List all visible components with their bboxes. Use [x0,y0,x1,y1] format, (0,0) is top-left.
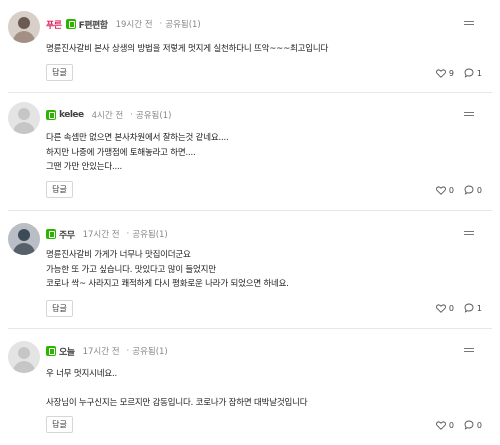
avatar[interactable] [8,11,40,43]
comment-meta: 푸른 F편편함 19시간 전 · 공유됨(1) [46,18,201,31]
comment-bubble-icon [464,185,474,195]
heart-icon [435,303,446,313]
heart-icon [435,185,446,195]
timestamp: 17시간 전 [82,347,120,357]
reply-count-button[interactable]: 1 [464,303,482,313]
avatar[interactable] [8,341,40,373]
share-count: 공유됨(1) [135,111,172,121]
reply-count-button[interactable]: 0 [464,420,482,430]
comment-meta: 오늘 17시간 전 · 공유됨(1) [46,344,168,358]
reply-count: 0 [476,420,482,430]
reply-button[interactable]: 답글 [46,300,73,317]
nickname-prefix: 푸른 [46,20,62,31]
naver-badge-icon [65,19,76,29]
naver-badge-icon [46,229,56,239]
comment-text: 우 너무 멋지시네요.. 사장님이 누구신지는 모르지만 감동입니다. 코로나가… [46,369,308,408]
comment-bubble-icon [464,420,474,430]
like-button[interactable]: 9 [435,68,454,78]
share-count: 공유됨(1) [132,230,168,240]
naver-badge-icon [46,110,56,120]
more-menu-icon[interactable] [464,231,474,239]
divider [8,92,492,93]
like-count: 0 [448,420,454,430]
timestamp: 19시간 전 [115,20,153,30]
avatar[interactable] [8,223,40,255]
reply-count-button[interactable]: 1 [464,68,482,78]
share-count: 공유됨(1) [132,347,168,357]
nickname[interactable]: 오늘 [59,345,75,358]
like-button[interactable]: 0 [435,303,454,313]
nickname[interactable]: 주무 [59,228,75,241]
like-count: 0 [448,303,454,313]
like-count: 9 [448,68,454,78]
comment-bubble-icon [464,303,474,313]
reply-button[interactable]: 답글 [46,181,73,198]
comment-text: 다른 속셈만 없으면 본사차원에서 잘하는것 같네요.... 하지만 나중에 가… [46,133,229,172]
reaction-bar: 0 1 [426,302,482,314]
like-count: 0 [448,185,454,195]
reply-button[interactable]: 답글 [46,64,73,81]
heart-icon [435,420,446,430]
divider [8,210,492,211]
timestamp: 17시간 전 [82,230,120,240]
nickname[interactable]: F편편함 [79,18,109,31]
reaction-bar: 0 0 [426,184,482,196]
avatar[interactable] [8,102,40,134]
comment-text: 명륜진사갈비 본사 상생의 방법을 저렇게 멋지게 실천하다니 뜨악~~~최고입… [46,44,329,54]
reaction-bar: 9 1 [426,67,482,79]
naver-badge-icon [46,346,56,356]
timestamp: 4시간 전 [91,111,124,121]
reply-count: 1 [476,68,482,78]
reply-button[interactable]: 답글 [46,416,73,433]
like-button[interactable]: 0 [435,420,454,430]
reply-count: 1 [476,303,482,313]
reply-count: 0 [476,185,482,195]
nickname[interactable]: kelee [59,110,84,120]
like-button[interactable]: 0 [435,185,454,195]
more-menu-icon[interactable] [464,348,474,356]
more-menu-icon[interactable] [464,21,474,29]
comment-bubble-icon [464,68,474,78]
divider [8,328,492,329]
reply-count-button[interactable]: 0 [464,185,482,195]
share-count: 공유됨(1) [165,20,201,30]
comment-meta: 주무 17시간 전 · 공유됨(1) [46,227,168,241]
reaction-bar: 0 0 [426,419,482,431]
comment-text: 명륜진사갈비 가게가 너무나 맛집이더군요 가능한 또 가고 싶습니다. 맛있다… [46,250,289,289]
heart-icon [435,68,446,78]
comment-meta: kelee 4시간 전 · 공유됨(1) [46,108,171,122]
more-menu-icon[interactable] [464,112,474,120]
